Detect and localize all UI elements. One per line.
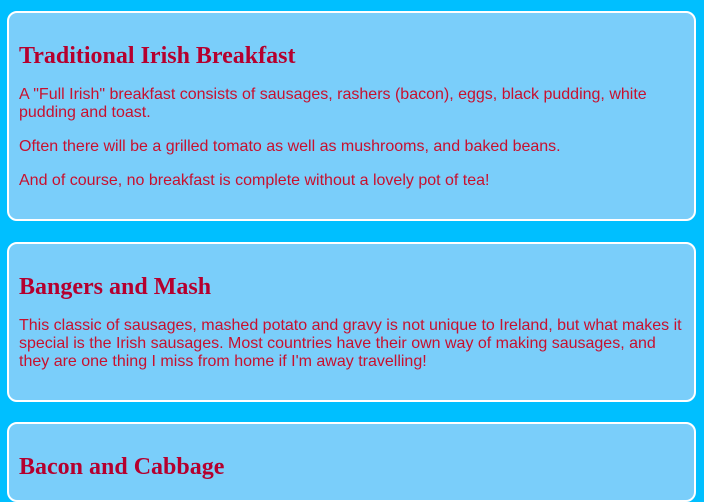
section-paragraph: Often there will be a grilled tomato as … — [19, 138, 561, 155]
section-title: Traditional Irish Breakfast — [19, 43, 296, 69]
section-card-irish-breakfast: Traditional Irish Breakfast A "Full Iris… — [7, 11, 696, 221]
section-title: Bangers and Mash — [19, 274, 212, 300]
section-title: Bacon and Cabbage — [19, 454, 225, 480]
section-paragraph: This classic of sausages, mashed potato … — [19, 317, 682, 370]
section-paragraph: A "Full Irish" breakfast consists of sau… — [19, 86, 647, 121]
section-card-bacon-and-cabbage: Bacon and Cabbage — [7, 422, 696, 502]
section-paragraph: And of course, no breakfast is complete … — [19, 172, 490, 189]
section-card-bangers-and-mash: Bangers and Mash This classic of sausage… — [7, 242, 696, 402]
